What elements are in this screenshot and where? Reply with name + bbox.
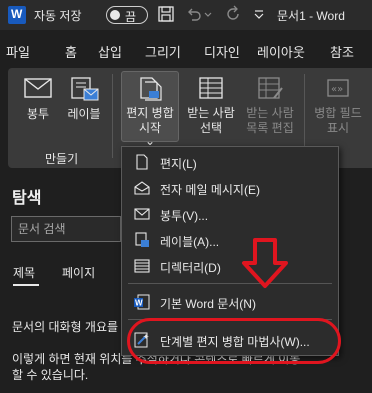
edit-list-icon bbox=[258, 77, 283, 99]
merge-fields-icon: «» bbox=[327, 79, 349, 97]
customize-toolbar-icon[interactable] bbox=[252, 5, 266, 23]
highlight-merge-fields-button[interactable]: «» 병합 필드 표시 bbox=[308, 76, 368, 136]
menu-item-letters[interactable]: 편지(L) bbox=[122, 149, 338, 175]
menu-item-labels[interactable]: 레이블(A)... bbox=[122, 227, 338, 253]
undo-dropdown-icon[interactable] bbox=[203, 5, 213, 23]
menu-item-normal-word-document[interactable]: W 기본 Word 문서(N) bbox=[122, 289, 338, 315]
labels-icon bbox=[71, 77, 99, 101]
tab-design[interactable]: 디자인 bbox=[204, 42, 240, 61]
search-input[interactable] bbox=[12, 217, 120, 241]
labels-button[interactable]: 레이블 bbox=[64, 76, 104, 122]
nav-help-text: 할 수 있습니다. bbox=[12, 368, 89, 382]
tab-layout[interactable]: 레이아웃 bbox=[257, 42, 305, 61]
svg-text:W: W bbox=[135, 299, 143, 308]
tab-pages[interactable]: 페이지 bbox=[62, 264, 95, 281]
undo-icon[interactable] bbox=[185, 5, 203, 23]
menu-item-envelopes[interactable]: 봉투(V)... bbox=[122, 201, 338, 227]
toggle-knob bbox=[110, 10, 120, 20]
down-arrow-annotation bbox=[242, 238, 288, 288]
letter-icon bbox=[136, 154, 148, 170]
group-separator bbox=[112, 74, 113, 158]
tab-headings[interactable]: 제목 bbox=[13, 264, 35, 281]
ribbon-tabs: 파일 홈 삽입 그리기 디자인 레이아웃 참조 bbox=[0, 34, 372, 64]
tab-draw[interactable]: 그리기 bbox=[145, 42, 181, 61]
autosave-label: 자동 저장 bbox=[34, 9, 82, 23]
svg-text:«»: «» bbox=[331, 84, 343, 95]
menu-item-directory[interactable]: 디렉터리(D) bbox=[122, 253, 338, 279]
title-bar: W 자동 저장 끔 문서1 - Word bbox=[0, 0, 372, 30]
autosave-toggle[interactable]: 끔 bbox=[106, 6, 148, 24]
menu-separator bbox=[128, 283, 332, 284]
tab-file[interactable]: 파일 bbox=[6, 42, 30, 61]
redo-icon[interactable] bbox=[224, 5, 242, 23]
envelope-icon bbox=[24, 78, 52, 98]
navigation-title: 탐색 bbox=[12, 190, 42, 207]
select-recipients-button[interactable]: 받는 사람 선택 bbox=[182, 76, 240, 136]
word-document-icon: W bbox=[134, 294, 150, 310]
tab-insert[interactable]: 삽입 bbox=[98, 42, 122, 61]
directory-icon bbox=[134, 259, 150, 273]
search-field[interactable] bbox=[11, 216, 121, 242]
menu-item-email-messages[interactable]: 전자 메일 메시지(E) bbox=[122, 175, 338, 201]
envelope-icon bbox=[134, 208, 150, 220]
chevron-down-icon: ⌄ bbox=[144, 134, 156, 148]
label-icon bbox=[135, 232, 149, 247]
nav-help-text: 문서의 대화형 개요를 bbox=[12, 320, 119, 334]
edit-recipient-list-button[interactable]: 받는 사람 목록 편집 bbox=[240, 76, 300, 136]
save-icon[interactable] bbox=[157, 5, 175, 23]
highlight-annotation bbox=[127, 318, 341, 364]
word-app-icon: W bbox=[8, 6, 26, 24]
active-tab-indicator bbox=[13, 284, 39, 286]
recipients-table-icon bbox=[199, 77, 223, 99]
mail-merge-doc-icon bbox=[140, 77, 162, 101]
document-title: 문서1 - Word bbox=[277, 9, 345, 23]
group-label-create: 만들기 bbox=[45, 152, 79, 166]
envelopes-button[interactable]: 봉투 bbox=[20, 76, 56, 122]
autosave-state: 끔 bbox=[125, 10, 137, 24]
tab-references[interactable]: 참조 bbox=[330, 42, 354, 61]
tab-home[interactable]: 홈 bbox=[65, 42, 77, 61]
start-mail-merge-content[interactable]: 편지 병합 시작 ⌄ bbox=[121, 76, 179, 148]
email-message-icon bbox=[134, 181, 150, 195]
